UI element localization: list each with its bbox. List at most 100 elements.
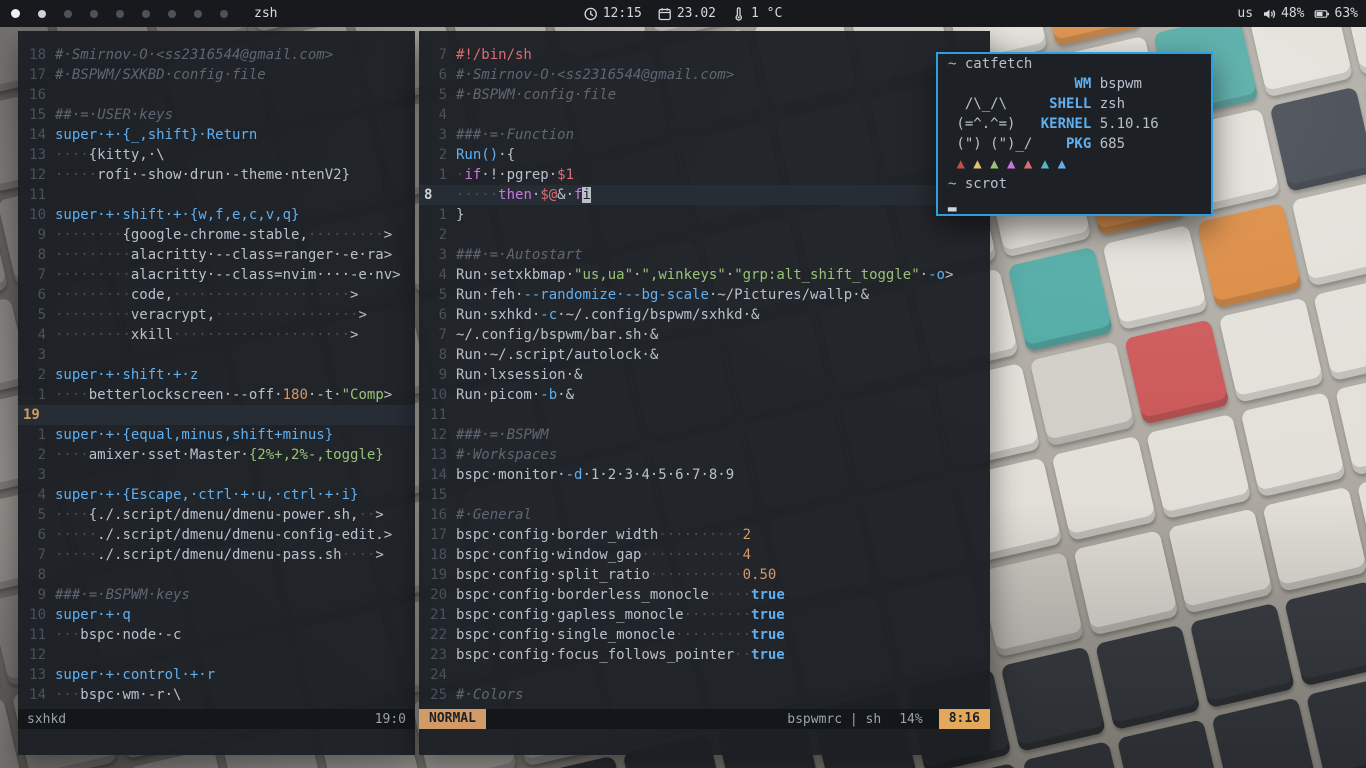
editor-line[interactable]: 11···bspc·node·-c <box>18 625 415 645</box>
editor-line[interactable]: 10super·+·shift·+·{w,f,e,c,v,q} <box>18 205 415 225</box>
editor-line[interactable]: 2····amixer·sset·Master·{2%+,2%-,toggle} <box>18 445 415 465</box>
editor-line[interactable]: 13super·+·control·+·r <box>18 665 415 685</box>
editor-line[interactable]: 4super·+·{Escape,·ctrl·+·u,·ctrl·+·i} <box>18 485 415 505</box>
workspace-dot-5[interactable] <box>116 10 124 18</box>
editor-line[interactable]: 5····{./.script/dmenu/dmenu-power.sh,··> <box>18 505 415 525</box>
cursor-line[interactable]: 19 <box>18 405 415 425</box>
editor-line[interactable]: 1·if·!·pgrep·$1 <box>419 165 990 185</box>
editor-line[interactable]: 12 <box>18 645 415 665</box>
editor-line[interactable]: 5·········veracrypt,·················> <box>18 305 415 325</box>
editor-line[interactable]: 2super·+·shift·+·z <box>18 365 415 385</box>
line-number: 15 <box>18 105 55 125</box>
editor-line[interactable]: 4Run·setxkbmap·"us,ua"·",winkeys"·"grp:a… <box>419 265 990 285</box>
editor-line[interactable]: 3 <box>18 345 415 365</box>
code-text: ·········alacritty·--class=ranger·-e·ra> <box>55 245 392 265</box>
editor-line[interactable]: 25#·Colors <box>419 685 990 705</box>
editor-line[interactable]: 16#·General <box>419 505 990 525</box>
editor-line[interactable]: 13····{kitty,·\ <box>18 145 415 165</box>
editor-line[interactable]: 24 <box>419 665 990 685</box>
editor-line[interactable]: 3 <box>18 465 415 485</box>
editor-line[interactable]: 16 <box>18 85 415 105</box>
editor-line[interactable]: 14super·+·{_,shift}·Return <box>18 125 415 145</box>
code-text: bspc·config·single_monocle·········true <box>456 625 785 645</box>
workspace-dot-3[interactable] <box>64 10 72 18</box>
editor-line[interactable]: 20bspc·config·borderless_monocle·····tru… <box>419 585 990 605</box>
editor-line[interactable]: 6#·Smirnov-O·<ss2316544@gmail.com> <box>419 65 990 85</box>
left-terminal-window[interactable]: 18#·Smirnov-O·<ss2316544@gmail.com>17#·B… <box>18 31 415 755</box>
code-token <box>948 76 1041 92</box>
editor-line[interactable]: 18#·Smirnov-O·<ss2316544@gmail.com> <box>18 45 415 65</box>
editor-line[interactable]: 1super·+·{equal,minus,shift+minus} <box>18 425 415 445</box>
workspace-dot-6[interactable] <box>142 10 150 18</box>
editor-line[interactable]: 2 <box>419 225 990 245</box>
right-terminal-window[interactable]: 7#!/bin/sh6#·Smirnov-O·<ss2316544@gmail.… <box>419 31 990 755</box>
editor-line[interactable]: 22bspc·config·single_monocle·········tru… <box>419 625 990 645</box>
code-text: ##·=·USER·keys <box>55 105 173 125</box>
editor-line[interactable]: 7#!/bin/sh <box>419 45 990 65</box>
keycap <box>1240 392 1346 498</box>
cursor-line[interactable]: 8·····then·$@&·fi <box>419 185 990 205</box>
editor-line[interactable]: 5Run·feh·--randomize·--bg-scale·~/Pictur… <box>419 285 990 305</box>
editor-line[interactable]: 17#·BSPWM/SXKBD·config·file <box>18 65 415 85</box>
workspace-dot-4[interactable] <box>90 10 98 18</box>
code-token: PKG <box>1041 136 1092 152</box>
code-token: &· <box>557 187 574 203</box>
editor-line[interactable]: 15 <box>419 485 990 505</box>
editor-line[interactable]: 1····betterlockscreen·--off·180·-t·"Comp… <box>18 385 415 405</box>
volume-module[interactable]: 48% <box>1262 6 1304 21</box>
editor-line[interactable]: 9Run·lxsession·& <box>419 365 990 385</box>
battery-module[interactable]: 63% <box>1314 6 1358 21</box>
code-token: catfetch <box>956 56 1032 72</box>
editor-line[interactable]: 17bspc·config·border_width··········2 <box>419 525 990 545</box>
editor-line[interactable]: 4 <box>419 105 990 125</box>
editor-line[interactable]: 23bspc·config·focus_follows_pointer··tru… <box>419 645 990 665</box>
editor-line[interactable]: 10Run·picom·-b·& <box>419 385 990 405</box>
editor-line[interactable]: 12###·=·BSPWM <box>419 425 990 445</box>
code-text: ·····./.script/dmenu/dmenu-pass.sh····> <box>55 545 384 565</box>
editor-line[interactable]: 18bspc·config·window_gap············4 <box>419 545 990 565</box>
fetch-terminal-window[interactable]: ~ catfetch WM bspwm /\_/\ SHELL zsh (=^.… <box>936 52 1213 216</box>
editor-line[interactable]: 13#·Workspaces <box>419 445 990 465</box>
workspace-dot-8[interactable] <box>194 10 202 18</box>
workspace-dot-2[interactable] <box>38 10 46 18</box>
editor-line[interactable]: 4·········xkill·····················> <box>18 325 415 345</box>
editor-line[interactable]: 14···bspc·wm·-r·\ <box>18 685 415 705</box>
code-token: 685 <box>1091 136 1125 152</box>
code-token: ·· <box>734 647 751 663</box>
editor-line[interactable]: 21bspc·config·gapless_monocle········tru… <box>419 605 990 625</box>
editor-line[interactable]: 9###·=·BSPWM·keys <box>18 585 415 605</box>
sxhkd-editor-buffer[interactable]: 18#·Smirnov-O·<ss2316544@gmail.com>17#·B… <box>18 31 415 709</box>
editor-line[interactable]: 6·····./.script/dmenu/dmenu-config-edit.… <box>18 525 415 545</box>
workspace-dot-9[interactable] <box>220 10 228 18</box>
workspace-dot-7[interactable] <box>168 10 176 18</box>
editor-line[interactable]: 8 <box>18 565 415 585</box>
bspwmrc-editor-buffer[interactable]: 7#!/bin/sh6#·Smirnov-O·<ss2316544@gmail.… <box>419 31 990 709</box>
editor-line[interactable]: 7·········alacritty·--class=nvim····-e·n… <box>18 265 415 285</box>
code-token: ··········· <box>650 567 743 583</box>
workspace-dot-1[interactable] <box>11 9 20 18</box>
editor-line[interactable]: 19bspc·config·split_ratio···········0.50 <box>419 565 990 585</box>
editor-line[interactable]: 6·········code,·····················> <box>18 285 415 305</box>
keycap <box>1269 87 1366 193</box>
editor-line[interactable]: 14bspc·monitor·-d·1·2·3·4·5·6·7·8·9 <box>419 465 990 485</box>
editor-line[interactable]: 11 <box>18 185 415 205</box>
editor-line[interactable]: 3###·=·Autostart <box>419 245 990 265</box>
editor-line[interactable]: 11 <box>419 405 990 425</box>
editor-line[interactable]: 15##·=·USER·keys <box>18 105 415 125</box>
code-token: alacritty·--class=ranger·-e·ra <box>131 247 384 263</box>
code-token: ········· <box>55 247 131 263</box>
editor-line[interactable]: 6Run·sxhkd·-c·~/.config/bspwm/sxhkd·& <box>419 305 990 325</box>
code-token: (=^.^=) <box>948 116 1041 132</box>
editor-line[interactable]: 3###·=·Function <box>419 125 990 145</box>
editor-line[interactable]: 12·····rofi·-show·drun·-theme·ntenV2} <box>18 165 415 185</box>
keyboard-layout-module[interactable]: us <box>1237 6 1253 21</box>
editor-line[interactable]: 10super·+·q <box>18 605 415 625</box>
editor-line[interactable]: 7~/.config/bspwm/bar.sh·& <box>419 325 990 345</box>
editor-line[interactable]: 2Run()·{ <box>419 145 990 165</box>
editor-line[interactable]: 7·····./.script/dmenu/dmenu-pass.sh····> <box>18 545 415 565</box>
editor-line[interactable]: 9········{google-chrome-stable,·········… <box>18 225 415 245</box>
editor-line[interactable]: 8·········alacritty·--class=ranger·-e·ra… <box>18 245 415 265</box>
editor-line[interactable]: 1} <box>419 205 990 225</box>
editor-line[interactable]: 5#·BSPWM·config·file <box>419 85 990 105</box>
editor-line[interactable]: 8Run·~/.script/autolock·& <box>419 345 990 365</box>
